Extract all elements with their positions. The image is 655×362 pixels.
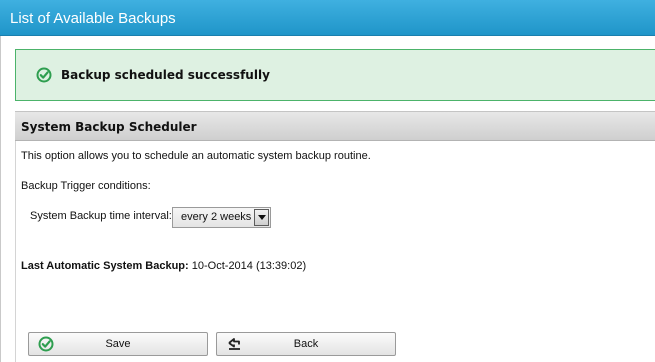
back-button-label: Back: [293, 338, 319, 350]
chevron-down-icon: [258, 215, 266, 220]
save-button[interactable]: Save: [28, 332, 208, 356]
scheduler-panel: This option allows you to schedule an au…: [15, 141, 655, 362]
back-button[interactable]: Back: [216, 332, 396, 356]
page-header: List of Available Backups: [0, 0, 655, 36]
success-alert: Backup scheduled successfully: [15, 49, 655, 101]
success-message: Backup scheduled successfully: [61, 68, 270, 82]
last-backup-label: Last Automatic System Backup:: [21, 260, 189, 272]
last-backup-info: Last Automatic System Backup: 10-Oct-201…: [21, 260, 306, 272]
last-backup-value: 10-Oct-2014 (13:39:02): [191, 260, 307, 272]
check-circle-icon: [36, 67, 52, 83]
interval-select[interactable]: every 2 weeks: [172, 207, 271, 228]
interval-label: System Backup time interval:: [30, 210, 172, 222]
save-button-label: Save: [105, 338, 131, 350]
trigger-conditions-label: Backup Trigger conditions:: [21, 180, 151, 192]
scheduler-description: This option allows you to schedule an au…: [21, 150, 371, 162]
interval-selected-value: every 2 weeks: [181, 211, 252, 223]
page-title: List of Available Backups: [10, 10, 176, 27]
dropdown-arrow-button[interactable]: [254, 209, 269, 226]
section-title: System Backup Scheduler: [21, 120, 197, 134]
section-header: System Backup Scheduler: [15, 111, 655, 141]
